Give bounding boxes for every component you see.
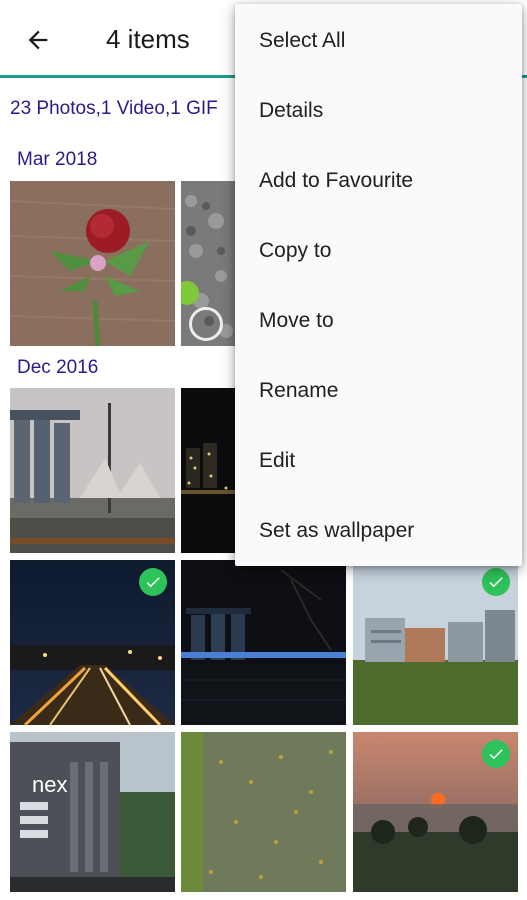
media-summary: 23 Photos,1 Video,1 GIF	[10, 98, 218, 119]
menu-item-select-all[interactable]: Select All	[235, 6, 522, 76]
section-header-dec-2016: Dec 2016	[17, 357, 99, 378]
selected-check-icon	[139, 568, 167, 596]
photo-thumbnail[interactable]	[181, 732, 346, 892]
back-button[interactable]	[14, 20, 62, 60]
arrow-back-icon	[28, 30, 48, 50]
menu-item-details[interactable]: Details	[235, 76, 522, 146]
photo-thumbnail[interactable]	[181, 560, 346, 725]
menu-item-edit[interactable]: Edit	[235, 426, 522, 496]
photo-thumbnail[interactable]	[10, 560, 175, 725]
video-thumbnail[interactable]	[181, 181, 236, 346]
menu-item-rename[interactable]: Rename	[235, 356, 522, 426]
menu-item-set-as-wallpaper[interactable]: Set as wallpaper	[235, 496, 522, 566]
photo-thumbnail[interactable]	[353, 560, 518, 725]
menu-item-copy-to[interactable]: Copy to	[235, 216, 522, 286]
photo-thumbnail[interactable]: nex	[10, 732, 175, 892]
overflow-menu: Select All Details Add to Favourite Copy…	[235, 4, 522, 566]
video-play-icon	[189, 307, 223, 341]
selected-check-icon	[482, 740, 510, 768]
gallery-screen: 4 items 23 Photos,1 Video,1 GIF Mar 2018…	[0, 0, 527, 900]
photo-thumbnail[interactable]	[10, 181, 175, 346]
selected-check-icon	[482, 568, 510, 596]
photo-thumbnail[interactable]	[181, 388, 236, 553]
svg-text:nex: nex	[32, 772, 67, 797]
photo-thumbnail[interactable]	[353, 732, 518, 892]
menu-item-add-to-favourite[interactable]: Add to Favourite	[235, 146, 522, 216]
photo-thumbnail[interactable]	[10, 388, 175, 553]
page-title: 4 items	[106, 24, 190, 54]
menu-item-move-to[interactable]: Move to	[235, 286, 522, 356]
section-header-mar-2018: Mar 2018	[17, 149, 98, 170]
